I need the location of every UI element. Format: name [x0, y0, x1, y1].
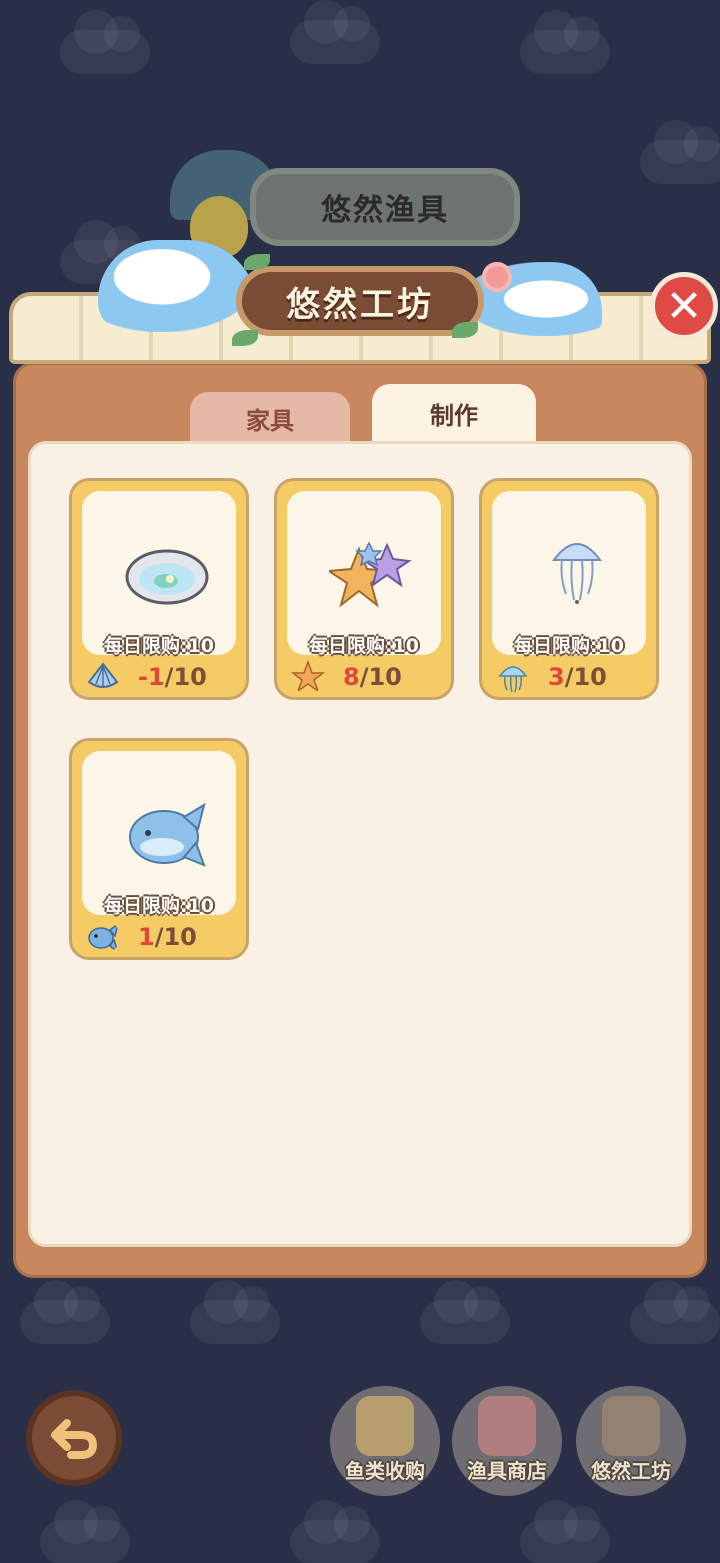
shell-icon — [87, 662, 119, 688]
oyster-pool-icon — [125, 549, 209, 605]
nav-workshop[interactable]: 悠然工坊 — [576, 1386, 686, 1496]
item-image-frame: 每日限购:10 — [82, 751, 236, 917]
item-card[interactable]: 每日限购:10 1/10 — [69, 738, 249, 960]
tab-furniture-label: 家具 — [246, 406, 294, 435]
nav-fish-purchase[interactable]: 鱼类收购 — [330, 1386, 440, 1496]
material-count: 1/10 — [86, 917, 197, 957]
nav-fish-purchase-label: 鱼类收购 — [345, 1459, 425, 1483]
daily-limit-text: 每日限购:10 — [103, 895, 215, 917]
have-count: -1 — [138, 663, 165, 691]
sunfish-plush-icon — [129, 802, 206, 867]
item-image-frame: 每日限购:10 — [492, 491, 646, 657]
material-count: 3/10 — [496, 657, 607, 697]
daily-limit-text: 每日限购:10 — [103, 635, 215, 657]
nav-tackle-shop-label: 渔具商店 — [467, 1459, 547, 1483]
jellyfish-lamp-icon — [552, 543, 602, 604]
item-card[interactable]: 每日限购:10 8/10 — [274, 478, 454, 700]
starfish-icon — [291, 660, 325, 693]
need-count: /10 — [154, 923, 197, 951]
tab-craft-label: 制作 — [430, 401, 478, 430]
item-card[interactable]: 每日限购:10 -1/10 — [69, 478, 249, 700]
material-count: -1/10 — [86, 657, 207, 697]
jellyfish-icon — [498, 666, 528, 693]
sunfish-icon — [88, 922, 120, 954]
nav-workshop-label: 悠然工坊 — [591, 1459, 671, 1483]
have-count: 8 — [343, 663, 360, 691]
back-button[interactable] — [26, 1390, 122, 1486]
hammer-icon — [602, 1396, 660, 1456]
fish-jar-icon — [356, 1396, 414, 1456]
panel-title-plaque: 悠然工坊 — [236, 266, 484, 336]
item-grid: 每日限购:10 -1/10 每日限购:10 8/10 每日限购:10 3/10 … — [28, 441, 692, 1247]
daily-limit-text: 每日限购:10 — [513, 635, 625, 657]
tab-furniture[interactable]: 家具 — [190, 392, 350, 444]
tab-craft[interactable]: 制作 — [372, 384, 536, 442]
return-arrow-icon — [51, 1419, 98, 1459]
material-count: 8/10 — [291, 657, 402, 697]
close-button[interactable]: ✕ — [650, 272, 718, 340]
flower-icon — [482, 262, 512, 292]
need-count: /10 — [359, 663, 402, 691]
starfish-rug-icon — [329, 541, 412, 608]
need-count: /10 — [164, 663, 207, 691]
have-count: 1 — [138, 923, 155, 951]
daily-limit-text: 每日限购:10 — [308, 635, 420, 657]
nav-tackle-shop[interactable]: 渔具商店 — [452, 1386, 562, 1496]
top-sign: 悠然渔具 — [250, 168, 520, 246]
need-count: /10 — [564, 663, 607, 691]
item-card[interactable]: 每日限购:10 3/10 — [479, 478, 659, 700]
panel-title: 悠然工坊 — [286, 284, 434, 325]
item-image-frame: 每日限购:10 — [82, 491, 236, 657]
top-sign-title: 悠然渔具 — [321, 193, 449, 228]
close-icon: ✕ — [665, 280, 703, 332]
shop-icon — [478, 1396, 536, 1456]
item-image-frame: 每日限购:10 — [287, 491, 441, 657]
have-count: 3 — [548, 663, 565, 691]
